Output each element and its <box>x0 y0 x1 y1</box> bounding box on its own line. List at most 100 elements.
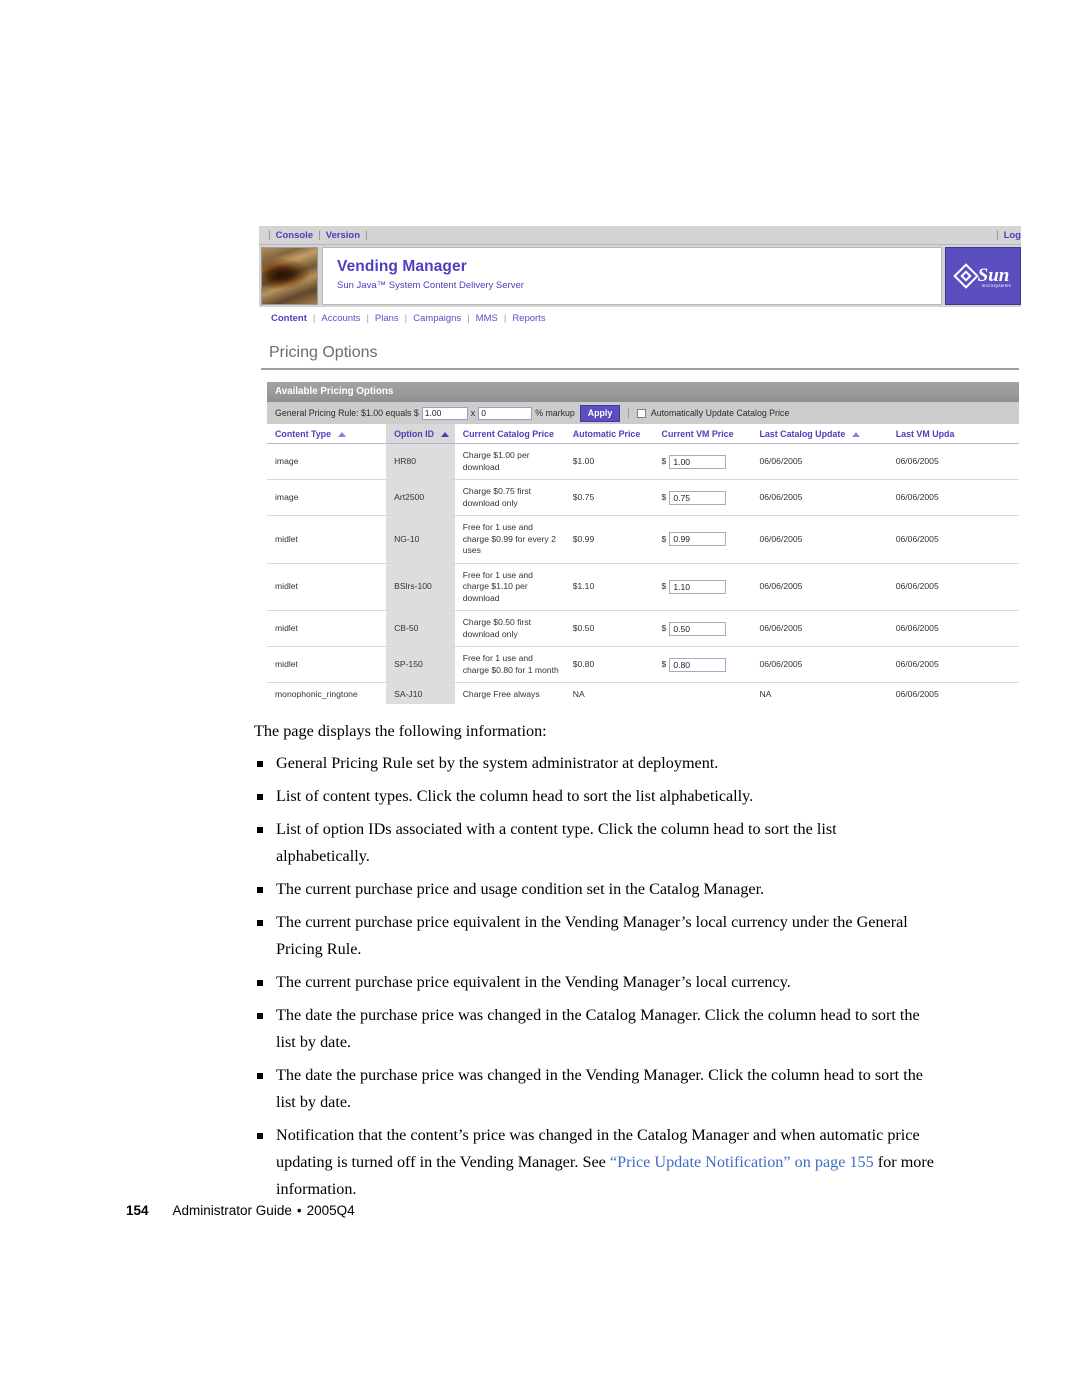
vending-manager-screenshot: | Console | Version | | Log Vending Mana… <box>259 226 1021 704</box>
page-number: 154 <box>126 1203 149 1218</box>
vm-price-input[interactable] <box>669 579 727 594</box>
list-item-with-crossreference: Notification that the content’s price wa… <box>254 1122 934 1203</box>
cell-last-catalog-update: 06/06/2005 <box>751 646 888 683</box>
sort-ascending-icon[interactable] <box>338 432 347 438</box>
table-row: image Art2500 Charge $0.75 first downloa… <box>267 479 1019 516</box>
cell-automatic-price: $0.75 <box>564 479 654 516</box>
cell-option-id: NG-10 <box>386 515 455 564</box>
footer-guide-title: Administrator Guide <box>172 1203 292 1218</box>
auto-update-catalog-price-label: Automatically Update Catalog Price <box>650 408 790 418</box>
currency-symbol: $ <box>661 622 667 633</box>
cell-last-catalog-update: 06/06/2005 <box>751 563 888 611</box>
cell-last-catalog-update: 06/06/2005 <box>751 515 888 564</box>
column-header-current-vm-price[interactable]: Current VM Price <box>653 424 752 444</box>
footer-separator: • <box>296 1203 302 1218</box>
column-header-last-vm-update[interactable]: Last VM Upda <box>887 424 1019 444</box>
rule-divider: | <box>627 407 630 419</box>
page-title: Pricing Options <box>269 344 378 361</box>
column-header-current-vm-price-label: Current VM Price <box>661 429 734 439</box>
column-header-last-catalog-update[interactable]: Last Catalog Update <box>751 424 888 444</box>
nav-item-mms[interactable]: MMS <box>476 313 498 324</box>
footer-release: 2005Q4 <box>306 1203 355 1218</box>
cell-current-catalog-price: Free for 1 use and charge $1.10 per down… <box>454 563 565 611</box>
cell-option-id: Art2500 <box>386 479 455 516</box>
utility-separator: | <box>995 229 999 241</box>
utility-link-logout[interactable]: Log <box>1004 230 1021 241</box>
cell-content-type: monophonic_ringtone <box>267 682 387 704</box>
nav-item-accounts[interactable]: Accounts <box>321 313 360 324</box>
cell-automatic-price: $1.00 <box>564 443 654 480</box>
markup-suffix-label: % markup <box>535 408 575 418</box>
currency-symbol: $ <box>661 581 667 592</box>
vm-price-input[interactable] <box>669 454 727 469</box>
vm-price-input[interactable] <box>669 621 727 636</box>
column-header-automatic-price[interactable]: Automatic Price <box>564 424 654 444</box>
nav-separator: | <box>467 312 470 324</box>
list-item: The current purchase price equivalent in… <box>254 909 934 963</box>
sun-logo-tagline: microsystems <box>981 283 1011 288</box>
panel-header: Available Pricing Options <box>267 382 1019 402</box>
masthead-title-box: Vending Manager Sun Java™ System Content… <box>322 247 942 305</box>
cell-last-catalog-update: 06/06/2005 <box>751 443 888 480</box>
cell-current-catalog-price: Free for 1 use and charge $0.99 for ever… <box>454 515 565 564</box>
column-header-automatic-price-label: Automatic Price <box>572 429 641 439</box>
currency-symbol: $ <box>661 658 667 669</box>
cell-automatic-price: $0.50 <box>564 610 654 647</box>
table-row: midlet CB-50 Charge $0.50 first download… <box>267 610 1019 647</box>
vm-price-input[interactable] <box>669 532 727 547</box>
cell-last-vm-update: 06/06/2005 <box>887 610 1019 647</box>
cell-content-type: midlet <box>267 515 387 564</box>
auto-update-catalog-price-checkbox[interactable] <box>636 408 646 418</box>
cell-option-id: SP-150 <box>386 646 455 683</box>
column-header-content-type[interactable]: Content Type <box>267 424 387 444</box>
table-row: midlet NG-10 Free for 1 use and charge $… <box>267 515 1019 564</box>
markup-percent-input[interactable] <box>478 406 533 420</box>
nav-item-content[interactable]: Content <box>271 313 307 324</box>
column-header-last-vm-update-label: Last VM Upda <box>895 429 955 439</box>
intro-paragraph: The page displays the following informat… <box>254 722 547 740</box>
list-item: The current purchase price and usage con… <box>254 876 934 903</box>
sort-ascending-icon[interactable] <box>852 432 861 438</box>
nav-separator: | <box>312 312 316 324</box>
vm-price-input[interactable] <box>669 657 727 672</box>
page-title-region: Pricing Options <box>261 336 1019 370</box>
table-row: midlet BSlrs-100 Free for 1 use and char… <box>267 563 1019 611</box>
apply-button[interactable]: Apply <box>579 404 621 422</box>
utility-separator: | <box>318 229 321 241</box>
multiply-symbol-label: x <box>470 408 476 418</box>
cell-current-vm-price: $ <box>653 479 752 516</box>
cell-last-vm-update: 06/06/2005 <box>887 646 1019 683</box>
cell-option-id: SA-J10 <box>386 682 455 704</box>
utility-bar: | Console | Version | | Log <box>259 226 1021 245</box>
utility-link-version[interactable]: Version <box>326 230 360 241</box>
cell-current-catalog-price: Charge Free always <box>454 682 565 704</box>
equals-value-input[interactable] <box>421 406 468 420</box>
column-header-last-catalog-update-label: Last Catalog Update <box>759 429 846 439</box>
pricing-options-table-body: image HR80 Charge $1.00 per download $1.… <box>267 443 1019 704</box>
nav-separator: | <box>404 312 408 324</box>
vm-price-input[interactable] <box>669 490 727 505</box>
sort-ascending-active-icon[interactable] <box>441 432 450 438</box>
page-footer: 154 Administrator Guide • 2005Q4 <box>126 1203 355 1218</box>
cell-option-id: CB-50 <box>386 610 455 647</box>
cell-current-catalog-price: Charge $0.50 first download only <box>454 610 565 647</box>
utility-link-console[interactable]: Console <box>276 230 313 241</box>
cell-current-vm-price: $ <box>653 443 752 480</box>
column-header-current-catalog-price[interactable]: Current Catalog Price <box>454 424 565 444</box>
sun-diamond-icon <box>952 263 979 289</box>
cell-last-vm-update: 06/06/2005 <box>887 682 1019 704</box>
cell-last-vm-update: 06/06/2005 <box>887 479 1019 516</box>
cell-last-catalog-update: 06/06/2005 <box>751 479 888 516</box>
cell-last-catalog-update: NA <box>751 682 888 704</box>
table-row: midlet SP-150 Free for 1 use and charge … <box>267 646 1019 683</box>
nav-item-plans[interactable]: Plans <box>375 313 399 324</box>
cross-reference-link[interactable]: “Price Update Notification” on page 155 <box>610 1153 874 1171</box>
cell-current-catalog-price: Charge $0.75 first download only <box>454 479 565 516</box>
cell-automatic-price: $0.80 <box>564 646 654 683</box>
nav-item-reports[interactable]: Reports <box>512 313 545 324</box>
table-header-row: Content Type Option ID Current Catalog P… <box>267 424 1019 444</box>
cell-content-type: midlet <box>267 563 387 611</box>
column-header-option-id[interactable]: Option ID <box>386 424 455 444</box>
cell-automatic-price: NA <box>564 682 654 704</box>
nav-item-campaigns[interactable]: Campaigns <box>413 313 461 324</box>
